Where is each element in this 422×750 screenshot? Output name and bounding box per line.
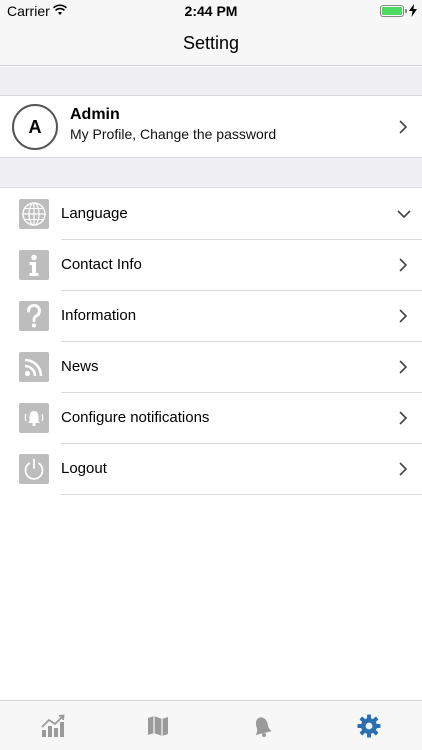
chart-icon	[41, 714, 65, 737]
bell-icon	[255, 717, 272, 737]
settings-menu: Language Contact Info Information News C…	[0, 189, 422, 495]
bell-icon	[19, 403, 49, 433]
tab-alerts[interactable]	[250, 713, 276, 739]
menu-item-label: Contact Info	[61, 256, 142, 273]
profile-subtitle: My Profile, Change the password	[70, 126, 277, 142]
navigation-bar: Setting	[0, 22, 422, 66]
chevron-down-icon	[397, 210, 411, 219]
menu-item-label: Logout	[61, 460, 107, 477]
chevron-right-icon	[399, 360, 408, 374]
menu-item-language[interactable]: Language	[0, 189, 422, 240]
menu-item-label: Information	[61, 307, 137, 324]
menu-item-news[interactable]: News	[0, 342, 422, 393]
page-title: Setting	[182, 33, 240, 53]
profile-row[interactable]: A Admin My Profile, Change the password	[0, 97, 422, 157]
question-icon	[19, 301, 49, 331]
charging-icon	[409, 4, 417, 17]
chevron-right-icon	[399, 258, 408, 272]
chevron-right-icon	[399, 462, 408, 476]
section-separator	[0, 67, 422, 96]
menu-item-label: Configure notifications	[61, 409, 210, 426]
chevron-right-icon	[399, 120, 408, 134]
profile-name: Admin	[70, 106, 120, 123]
battery-tip	[405, 9, 407, 13]
rss-icon	[19, 352, 49, 382]
menu-item-contact-info[interactable]: Contact Info	[0, 240, 422, 291]
tab-settings[interactable]	[356, 713, 382, 739]
chevron-right-icon	[399, 411, 408, 425]
avatar: A	[12, 104, 58, 150]
map-icon	[148, 716, 168, 736]
section-separator	[0, 157, 422, 188]
menu-item-configure-notifications[interactable]: Configure notifications	[0, 393, 422, 444]
battery-icon	[380, 5, 404, 17]
tab-bar	[0, 700, 422, 750]
power-icon	[19, 454, 49, 484]
globe-icon	[19, 199, 49, 229]
menu-item-label: Language	[61, 205, 128, 222]
status-bar: Carrier 2:44 PM	[0, 0, 422, 22]
menu-item-logout[interactable]: Logout	[0, 444, 422, 495]
tab-stats[interactable]	[40, 713, 66, 739]
chevron-right-icon	[399, 309, 408, 323]
menu-item-information[interactable]: Information	[0, 291, 422, 342]
menu-item-label: News	[61, 358, 99, 375]
gear-icon	[357, 714, 381, 738]
clock: 2:44 PM	[184, 3, 238, 19]
tab-map[interactable]	[145, 713, 171, 739]
info-icon	[19, 250, 49, 280]
